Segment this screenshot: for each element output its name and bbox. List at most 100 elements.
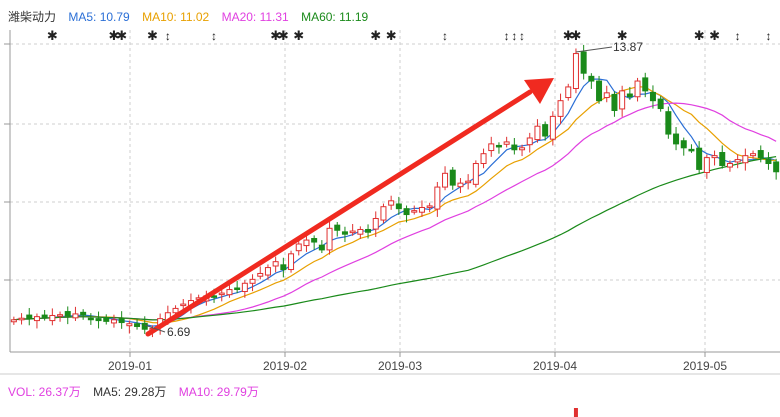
candle-body: [72, 313, 79, 319]
candle-body: [634, 80, 641, 98]
candle-body: [457, 182, 464, 188]
x-tick-label: 2019-04: [533, 359, 577, 373]
candle-body: [395, 203, 402, 210]
candle-body: [588, 75, 595, 82]
vol-ma10-label: MA10: 29.79万: [178, 385, 259, 399]
candle-body: [673, 133, 680, 145]
candle-body: [26, 314, 33, 320]
candle-body: [665, 111, 672, 135]
candle-body: [511, 144, 518, 151]
candle-body: [649, 91, 656, 102]
candle-body: [472, 163, 479, 185]
candle-body: [380, 206, 387, 221]
candle-body: [765, 158, 772, 165]
candle-body: [711, 155, 718, 159]
event-star-marker: ✱: [386, 28, 397, 43]
candle-body: [734, 159, 741, 163]
candle-body: [703, 157, 710, 174]
event-star-marker: ✱: [570, 28, 581, 43]
candle-body: [87, 317, 94, 321]
candle-body: [64, 311, 71, 317]
candle-body: [403, 208, 410, 216]
candle-body: [696, 147, 703, 170]
ma5-line: [13, 78, 777, 327]
candle-body: [226, 289, 233, 296]
candle-body: [57, 314, 64, 317]
candle-body: [18, 317, 25, 321]
candle-body: [141, 322, 148, 330]
event-star-marker: ✱: [694, 28, 705, 43]
candle-body: [49, 314, 56, 322]
candle-body: [311, 238, 318, 243]
candle-body: [542, 124, 549, 137]
candle-body: [503, 141, 510, 145]
candle-body: [288, 253, 295, 271]
candle-body: [557, 100, 564, 117]
event-star-marker: ✱: [370, 28, 381, 43]
candle-body: [449, 169, 456, 186]
candle-body: [264, 267, 271, 276]
candle-body: [519, 147, 526, 151]
candle-body: [126, 323, 133, 327]
event-star-marker: ✱: [147, 28, 158, 43]
event-bar-marker: ↕: [211, 29, 217, 43]
candle-body: [465, 180, 472, 184]
candle-body: [596, 80, 603, 102]
high-pointer: [575, 46, 613, 53]
candles: [10, 44, 780, 338]
candle-body: [357, 228, 364, 235]
candle-body: [349, 230, 356, 234]
candle-body: [365, 228, 372, 233]
candle-body: [118, 317, 125, 324]
trend-arrow-shaft: [145, 89, 533, 337]
event-bar-marker: ↕: [165, 29, 171, 43]
event-star-marker: ✱: [709, 28, 720, 43]
moving-averages: [13, 78, 777, 327]
candle-body: [234, 287, 241, 290]
candle-body: [334, 224, 341, 231]
ma10-line: [13, 86, 777, 324]
candle-body: [534, 125, 541, 141]
trend-arrow: [145, 78, 554, 337]
candle-body: [549, 115, 556, 140]
candle-body: [611, 93, 618, 112]
event-star-marker: ✱: [293, 28, 304, 43]
candle-body: [80, 311, 87, 316]
candle-body: [218, 292, 225, 296]
event-bar-marker: ↕: [735, 29, 741, 43]
candle-body: [480, 153, 487, 165]
candle-body: [619, 90, 626, 110]
candle-body: [495, 144, 502, 148]
candle-body: [565, 86, 572, 99]
x-tick-label: 2019-03: [378, 359, 422, 373]
candle-body: [726, 163, 733, 168]
event-bar-marker: ↕: [765, 29, 771, 43]
candle-body: [318, 244, 325, 251]
candle-body: [95, 318, 102, 322]
event-markers: ✱ ✱✱ ✱ ✱✱ ✱ ✱ ✱ ✱✱ ✱ ✱ ✱↕ ↕ ↕ ↕ ↕ ↕ ↕ ↕: [47, 28, 772, 43]
event-star-marker: ✱: [47, 28, 58, 43]
candle-body: [272, 261, 279, 267]
candle-body: [180, 303, 187, 307]
event-bar-marker: ↕: [442, 29, 448, 43]
candle-body: [33, 316, 40, 322]
candle-body: [742, 155, 749, 164]
volume-legend: VOL: 26.37万 MA5: 29.28万 MA10: 29.79万: [8, 383, 268, 400]
candle-body: [326, 227, 333, 251]
event-star-marker: ✱: [116, 28, 127, 43]
event-bar-marker: ↕: [511, 29, 517, 43]
candle-body: [750, 153, 757, 157]
candle-body: [688, 148, 695, 152]
x-axis: 2019-01 2019-02 2019-03 2019-04 2019-05: [108, 352, 727, 373]
candle-body: [388, 200, 395, 206]
candle-body: [10, 319, 17, 323]
candle-body: [41, 314, 48, 318]
candle-body: [603, 92, 610, 99]
candlestick-chart: ✱ ✱✱ ✱ ✱✱ ✱ ✱ ✱ ✱✱ ✱ ✱ ✱↕ ↕ ↕ ↕ ↕ ↕ ↕ ↕ 13.876.69 2019-01…: [0, 28, 780, 417]
vol-ma5-label: MA5: 29.28万: [93, 385, 167, 399]
candle-body: [719, 152, 726, 166]
candle-body: [773, 161, 780, 173]
volume-bar: [573, 408, 578, 417]
candle-body: [572, 53, 579, 90]
candle-body: [303, 239, 310, 247]
